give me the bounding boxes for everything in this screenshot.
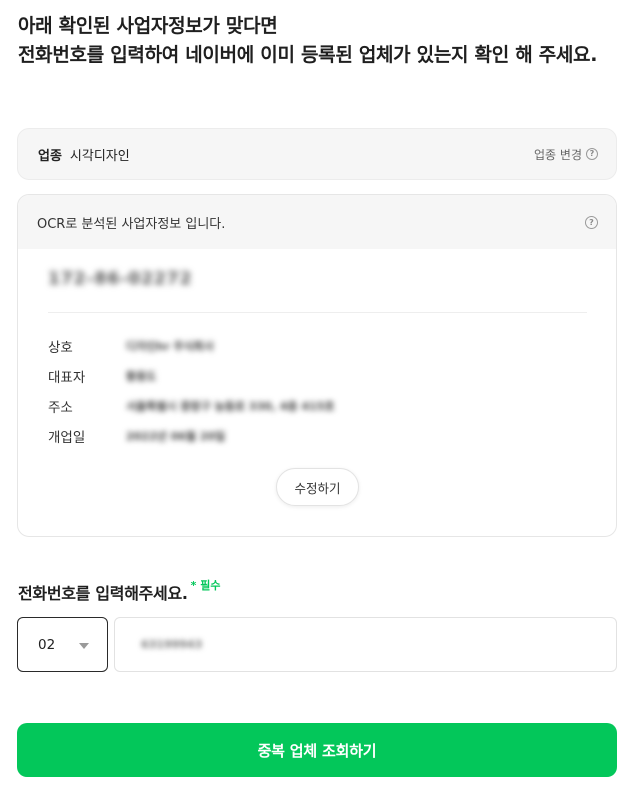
info-row-address: 주소 서울특별시 중랑구 능동로 330, 4층 415호 [48,396,334,416]
ocr-header-text: OCR로 분석된 사업자정보 입니다. [37,216,226,232]
ocr-info-card: OCR로 분석된 사업자정보 입니다. ? 172-86-02272 상호 디자… [17,194,617,537]
info-label: 대표자 [48,370,86,386]
info-label: 주소 [48,400,73,416]
info-row-representative: 대표자 황용도 [48,366,156,386]
required-badge: * 필수 [190,579,221,592]
phone-title-text: 전화번호를 입력해주세요. [18,584,188,603]
business-number: 172-86-02272 [48,269,193,289]
phone-number-value: 63199943 [141,638,203,651]
ocr-card-header: OCR로 분석된 사업자정보 입니다. ? [18,195,616,249]
industry-value: 시각디자인 [69,148,130,164]
page-headline: 아래 확인된 사업자정보가 맞다면 전화번호를 입력하여 네이버에 이미 등록된… [18,12,618,70]
edit-button[interactable]: 수정하기 [276,468,359,506]
phone-section-title: 전화번호를 입력해주세요. * 필수 [18,579,221,604]
info-row-company: 상호 디자인hr 주식회사 [48,336,214,356]
industry-label: 업종 [38,148,62,164]
check-duplicate-button[interactable]: 중복 업체 조회하기 [17,723,617,777]
question-circle-icon[interactable]: ? [586,148,598,160]
chevron-down-icon [79,643,89,649]
question-circle-icon[interactable]: ? [585,215,598,229]
headline-line-2: 전화번호를 입력하여 네이버에 이미 등록된 업체가 있는지 확인 해 주세요. [18,44,598,66]
info-row-open-date: 개업일 2022년 06월 20일 [48,426,225,446]
area-code-select[interactable]: 02 [17,617,108,672]
info-label: 상호 [48,340,73,356]
industry-card: 업종 시각디자인 업종 변경 ? [17,128,617,180]
info-value: 2022년 06월 20일 [126,430,226,443]
industry-change-label: 업종 변경 [534,147,582,162]
info-value: 황용도 [126,370,157,383]
industry-change-button[interactable]: 업종 변경 ? [534,146,598,163]
area-code-value: 02 [38,636,56,653]
info-value: 서울특별시 중랑구 능동로 330, 4층 415호 [126,400,335,413]
info-value: 디자인hr 주식회사 [126,340,214,353]
divider [48,312,587,313]
headline-line-1: 아래 확인된 사업자정보가 맞다면 [18,15,278,37]
info-label: 개업일 [48,430,86,446]
phone-number-input[interactable]: 63199943 [114,617,617,672]
